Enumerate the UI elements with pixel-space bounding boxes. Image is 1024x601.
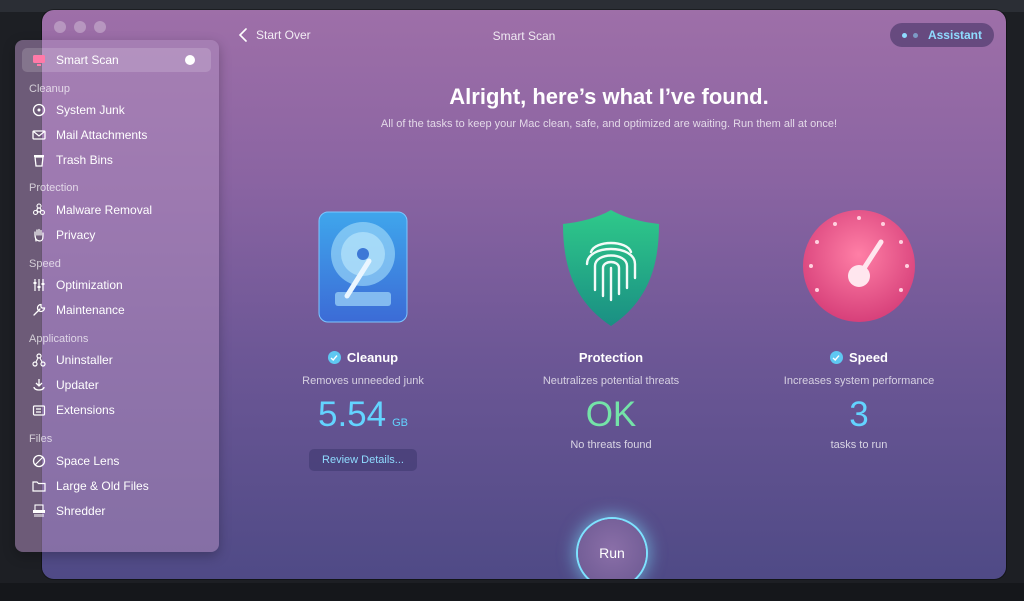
sidebar-item-maintenance[interactable]: Maintenance: [22, 298, 211, 322]
sidebar-item-large-old-files[interactable]: Large & Old Files: [22, 474, 211, 498]
sidebar-item-label: Privacy: [56, 228, 96, 242]
sidebar-item-system-junk[interactable]: System Junk: [22, 98, 211, 122]
sidebar-item-space-lens[interactable]: Space Lens: [22, 449, 211, 473]
scan-status-dot: [185, 55, 195, 65]
assistant-dot-icon: [912, 32, 918, 38]
cleanup-unit: GB: [392, 417, 409, 429]
lens-icon: [31, 453, 47, 469]
sidebar-item-label: Space Lens: [56, 454, 120, 468]
sidebar-item-shredder[interactable]: Shredder: [22, 499, 211, 523]
cleanup-value: 5.54 GB: [263, 395, 463, 443]
protection-title-label: Protection: [578, 350, 644, 365]
cleanup-size: 5.54: [317, 395, 387, 434]
cleanup-title: Cleanup: [263, 350, 463, 365]
speed-desc: Increases system performance: [783, 375, 935, 387]
sidebar-item-mail-attachments[interactable]: Mail Attachments: [22, 123, 211, 147]
sidebar-item-label: Large & Old Files: [56, 479, 149, 493]
mail-icon: [31, 127, 47, 143]
sidebar-item-label: Extensions: [56, 403, 115, 417]
updater-icon: [31, 377, 47, 393]
cleanup-desc: Removes unneeded junk: [302, 375, 424, 387]
hard-drive-icon: [303, 206, 423, 330]
run-button[interactable]: Run: [578, 519, 646, 579]
biohazard-icon: [31, 202, 47, 218]
sidebar-item-updater[interactable]: Updater: [22, 373, 211, 397]
sidebar: Smart Scan Cleanup System Junk Mail Atta…: [15, 40, 219, 552]
sidebar-item-label: Trash Bins: [56, 153, 113, 167]
sidebar-item-privacy[interactable]: Privacy: [22, 223, 211, 247]
review-details-button[interactable]: Review Details...: [309, 449, 417, 471]
assistant-button[interactable]: Assistant: [889, 23, 994, 47]
speed-title-label: Speed: [848, 350, 888, 365]
protection-title: Protection: [511, 350, 711, 365]
sidebar-item-label: Updater: [56, 378, 99, 392]
sidebar-item-label: Malware Removal: [56, 203, 153, 217]
extensions-icon: [31, 402, 47, 418]
sidebar-item-extensions[interactable]: Extensions: [22, 398, 211, 422]
sidebar-item-label: Maintenance: [56, 303, 125, 317]
desktop-dock-area: [0, 583, 1024, 601]
folder-icon: [31, 478, 47, 494]
monitor-icon: [31, 52, 47, 68]
sidebar-section-protection: Protection: [29, 182, 79, 194]
speedometer-icon: [799, 206, 919, 330]
protection-card: Protection Neutralizes potential threats…: [511, 206, 711, 451]
wrench-icon: [31, 302, 47, 318]
uninstaller-icon: [31, 352, 47, 368]
check-icon: [829, 351, 843, 364]
cleanup-title-label: Cleanup: [346, 350, 399, 365]
sidebar-item-label: Uninstaller: [56, 353, 113, 367]
sliders-icon: [31, 277, 47, 293]
assistant-label: Assistant: [927, 28, 982, 42]
sidebar-item-trash-bins[interactable]: Trash Bins: [22, 148, 211, 172]
protection-desc: Neutralizes potential threats: [542, 375, 680, 387]
speed-title: Speed: [759, 350, 959, 365]
shredder-icon: [31, 503, 47, 519]
cleanup-card: Cleanup Removes unneeded junk 5.54 GB Rev…: [263, 206, 463, 471]
disk-icon: [31, 102, 47, 118]
sidebar-item-smart-scan[interactable]: Smart Scan: [22, 48, 211, 72]
sidebar-item-label: Optimization: [56, 278, 123, 292]
assistant-dot-icon: [901, 32, 907, 38]
sidebar-item-optimization[interactable]: Optimization: [22, 273, 211, 297]
sidebar-section-cleanup: Cleanup: [29, 83, 70, 95]
sidebar-item-label: Smart Scan: [56, 53, 119, 67]
fingerprint-shield-icon: [551, 206, 671, 330]
protection-value: OK: [585, 395, 637, 434]
sidebar-item-label: Mail Attachments: [56, 128, 148, 142]
speed-card: Speed Increases system performance 3 tas…: [759, 206, 959, 451]
sidebar-item-label: Shredder: [56, 504, 106, 518]
sidebar-section-speed: Speed: [29, 258, 61, 270]
sidebar-item-malware-removal[interactable]: Malware Removal: [22, 198, 211, 222]
sidebar-item-label: System Junk: [56, 103, 125, 117]
protection-sub: No threats found: [570, 439, 652, 451]
hand-icon: [31, 227, 47, 243]
check-icon: [327, 351, 341, 364]
sidebar-section-applications: Applications: [29, 333, 89, 345]
sidebar-item-uninstaller[interactable]: Uninstaller: [22, 348, 211, 372]
sidebar-section-files: Files: [29, 433, 53, 445]
trash-icon: [31, 152, 47, 168]
speed-value: 3: [849, 395, 869, 434]
speed-sub: tasks to run: [830, 439, 888, 451]
